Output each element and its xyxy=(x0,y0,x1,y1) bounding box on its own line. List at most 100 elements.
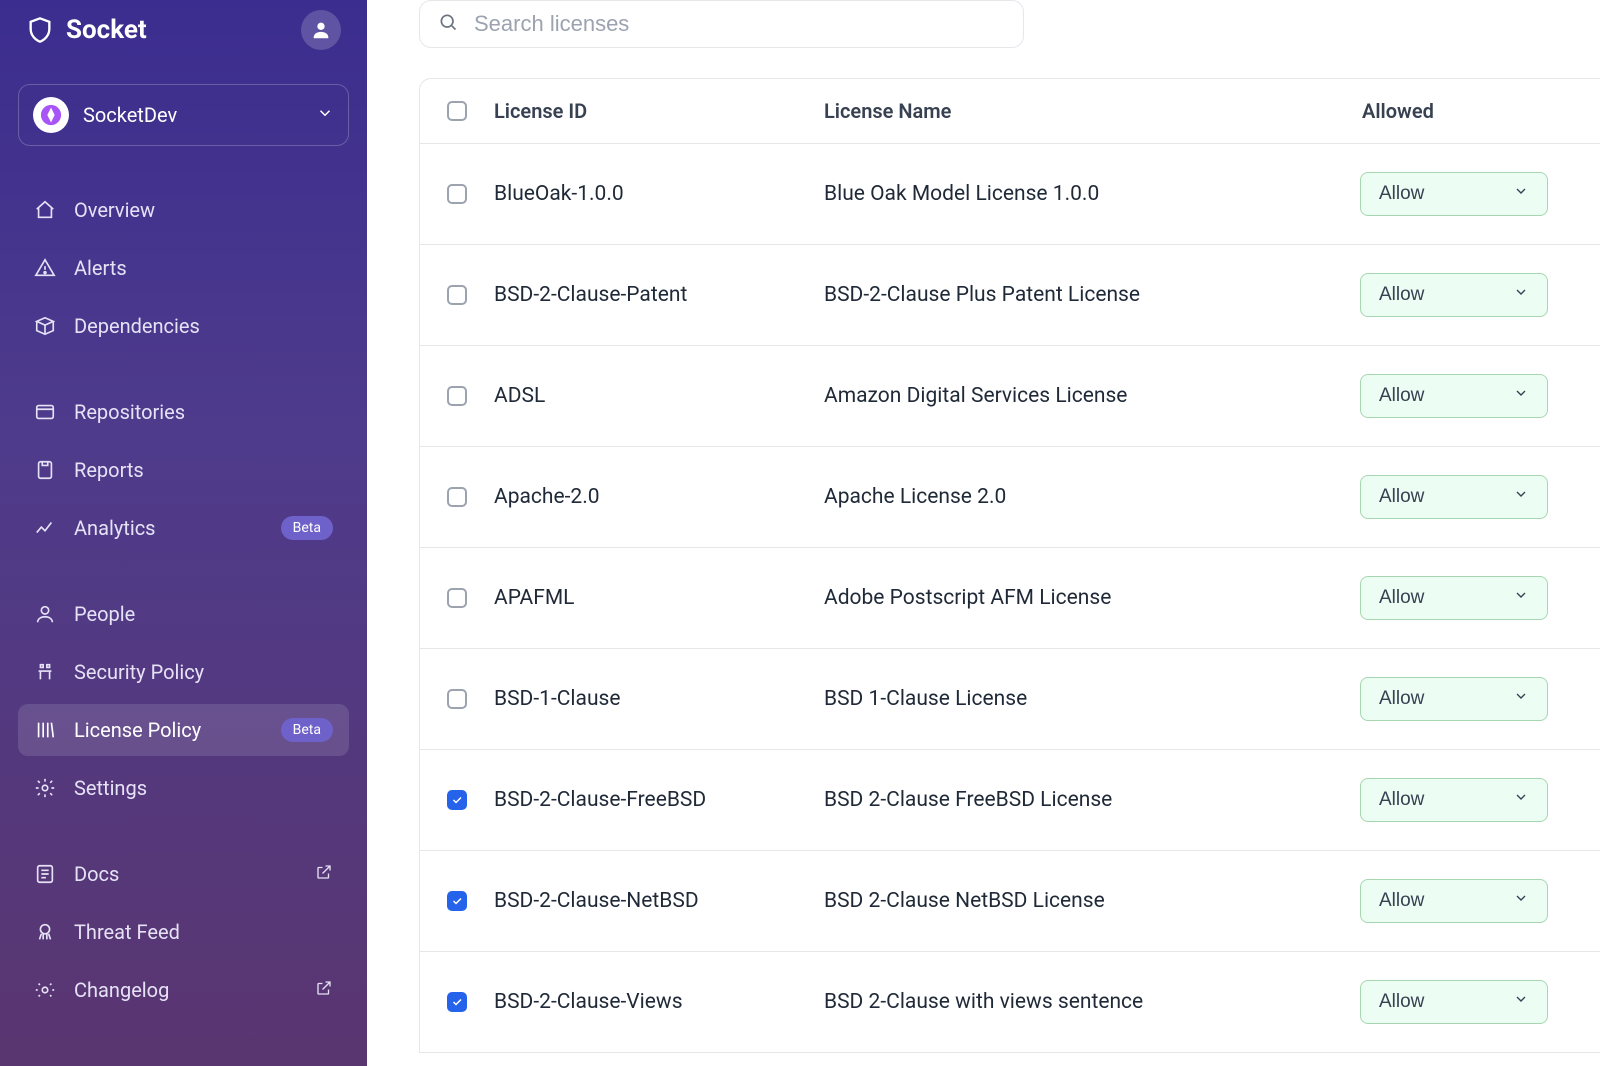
allow-dropdown[interactable]: Allow xyxy=(1360,980,1548,1024)
sidebar-item-label: Reports xyxy=(74,458,144,482)
beta-badge: Beta xyxy=(281,516,333,540)
allow-label: Allow xyxy=(1379,284,1424,306)
threat-icon xyxy=(34,921,56,943)
license-name: Apache License 2.0 xyxy=(824,485,1360,509)
chevron-down-icon xyxy=(1513,587,1529,609)
license-name: Adobe Postscript AFM License xyxy=(824,586,1360,610)
reports-icon xyxy=(34,459,56,481)
license-id: APAFML xyxy=(494,586,824,610)
people-icon xyxy=(34,603,56,625)
box-icon xyxy=(34,315,56,337)
allow-dropdown[interactable]: Allow xyxy=(1360,172,1548,216)
sidebar-item-dependencies[interactable]: Dependencies xyxy=(18,300,349,352)
allow-dropdown[interactable]: Allow xyxy=(1360,576,1548,620)
table-row: BSD-2-Clause-PatentBSD-2-Clause Plus Pat… xyxy=(420,244,1600,345)
chevron-down-icon xyxy=(1513,890,1529,912)
license-policy-icon xyxy=(34,719,56,741)
avatar[interactable] xyxy=(301,10,341,50)
license-name: BSD 2-Clause NetBSD License xyxy=(824,889,1360,913)
sidebar-item-label: Docs xyxy=(74,862,119,886)
license-name: BSD 2-Clause FreeBSD License xyxy=(824,788,1360,812)
org-logo-icon xyxy=(33,97,69,133)
brand: Socket xyxy=(18,0,349,54)
search-icon xyxy=(438,12,458,36)
license-id: BlueOak-1.0.0 xyxy=(494,182,824,206)
sidebar-item-analytics[interactable]: AnalyticsBeta xyxy=(18,502,349,554)
row-checkbox[interactable] xyxy=(447,588,467,608)
changelog-icon xyxy=(34,979,56,1001)
chevron-down-icon xyxy=(1513,789,1529,811)
analytics-icon xyxy=(34,517,56,539)
security-policy-icon xyxy=(34,661,56,683)
column-header-allowed: Allowed xyxy=(1360,99,1600,123)
allow-dropdown[interactable]: Allow xyxy=(1360,475,1548,519)
table-row: BSD-2-Clause-FreeBSDBSD 2-Clause FreeBSD… xyxy=(420,749,1600,850)
row-checkbox[interactable] xyxy=(447,992,467,1012)
table-row: Apache-2.0Apache License 2.0Allow xyxy=(420,446,1600,547)
sidebar-item-label: Settings xyxy=(74,776,147,800)
license-id: BSD-1-Clause xyxy=(494,687,824,711)
license-name: BSD-2-Clause Plus Patent License xyxy=(824,283,1360,307)
main-content: License ID License Name Allowed BlueOak-… xyxy=(367,0,1600,1066)
sidebar-item-alerts[interactable]: Alerts xyxy=(18,242,349,294)
chevron-down-icon xyxy=(316,104,334,126)
row-checkbox[interactable] xyxy=(447,689,467,709)
table-row: BSD-2-Clause-ViewsBSD 2-Clause with view… xyxy=(420,951,1600,1052)
table-row: ADSLAmazon Digital Services LicenseAllow xyxy=(420,345,1600,446)
license-name: Amazon Digital Services License xyxy=(824,384,1360,408)
license-id: ADSL xyxy=(494,384,824,408)
settings-icon xyxy=(34,777,56,799)
sidebar-item-label: License Policy xyxy=(74,718,201,742)
allow-label: Allow xyxy=(1379,587,1424,609)
sidebar-item-overview[interactable]: Overview xyxy=(18,184,349,236)
allow-label: Allow xyxy=(1379,486,1424,508)
license-name: BSD 2-Clause with views sentence xyxy=(824,990,1360,1014)
sidebar-item-license-policy[interactable]: License PolicyBeta xyxy=(18,704,349,756)
allow-label: Allow xyxy=(1379,991,1424,1013)
chevron-down-icon xyxy=(1513,991,1529,1013)
chevron-down-icon xyxy=(1513,284,1529,306)
row-checkbox[interactable] xyxy=(447,891,467,911)
sidebar-item-label: Threat Feed xyxy=(74,920,180,944)
sidebar-item-settings[interactable]: Settings xyxy=(18,762,349,814)
allow-label: Allow xyxy=(1379,890,1424,912)
row-checkbox[interactable] xyxy=(447,487,467,507)
license-name: Blue Oak Model License 1.0.0 xyxy=(824,182,1360,206)
table-row: APAFMLAdobe Postscript AFM License Allow xyxy=(420,547,1600,648)
license-id: BSD-2-Clause-FreeBSD xyxy=(494,788,824,812)
external-link-icon xyxy=(315,978,333,1002)
sidebar-item-label: People xyxy=(74,602,135,626)
select-all-checkbox[interactable] xyxy=(447,101,467,121)
org-switcher[interactable]: SocketDev xyxy=(18,84,349,146)
row-checkbox[interactable] xyxy=(447,790,467,810)
column-header-id: License ID xyxy=(494,99,824,123)
license-id: BSD-2-Clause-NetBSD xyxy=(494,889,824,913)
sidebar-item-people[interactable]: People xyxy=(18,588,349,640)
chevron-down-icon xyxy=(1513,385,1529,407)
sidebar-item-changelog[interactable]: Changelog xyxy=(18,964,349,1016)
search-bar[interactable] xyxy=(419,0,1024,48)
sidebar-item-reports[interactable]: Reports xyxy=(18,444,349,496)
row-checkbox[interactable] xyxy=(447,386,467,406)
license-id: BSD-2-Clause-Patent xyxy=(494,283,824,307)
table-header: License ID License Name Allowed xyxy=(420,79,1600,143)
home-icon xyxy=(34,199,56,221)
allow-dropdown[interactable]: Allow xyxy=(1360,677,1548,721)
sidebar-item-label: Dependencies xyxy=(74,314,200,338)
sidebar-item-docs[interactable]: Docs xyxy=(18,848,349,900)
sidebar-item-security-policy[interactable]: Security Policy xyxy=(18,646,349,698)
row-checkbox[interactable] xyxy=(447,285,467,305)
allow-dropdown[interactable]: Allow xyxy=(1360,273,1548,317)
docs-icon xyxy=(34,863,56,885)
allow-dropdown[interactable]: Allow xyxy=(1360,374,1548,418)
external-link-icon xyxy=(315,862,333,886)
sidebar-item-repositories[interactable]: Repositories xyxy=(18,386,349,438)
allow-label: Allow xyxy=(1379,183,1424,205)
search-input[interactable] xyxy=(474,11,1005,37)
allow-dropdown[interactable]: Allow xyxy=(1360,778,1548,822)
sidebar-item-label: Repositories xyxy=(74,400,185,424)
licenses-table: License ID License Name Allowed BlueOak-… xyxy=(419,78,1600,1053)
allow-dropdown[interactable]: Allow xyxy=(1360,879,1548,923)
row-checkbox[interactable] xyxy=(447,184,467,204)
sidebar-item-threat-feed[interactable]: Threat Feed xyxy=(18,906,349,958)
